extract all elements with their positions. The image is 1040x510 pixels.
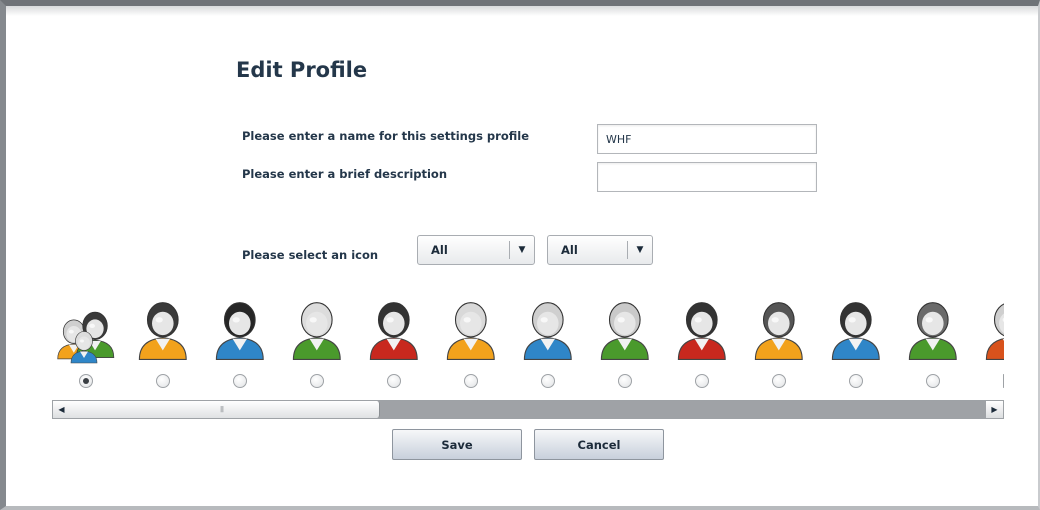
icon-category-dropdown[interactable]: All ▼: [417, 235, 535, 265]
profile-description-input[interactable]: [597, 162, 817, 192]
description-label: Please enter a brief description: [242, 167, 448, 181]
man-orange-beard-radio[interactable]: [772, 374, 786, 388]
name-label: Please enter a name for this settings pr…: [242, 129, 530, 143]
woman-orange-radio[interactable]: [156, 374, 170, 388]
profile-name-input[interactable]: [597, 124, 817, 154]
icon-category-value: All: [431, 243, 448, 257]
family-icon[interactable]: [54, 296, 118, 364]
woman-green-icon[interactable]: [285, 296, 349, 364]
man-green-icon[interactable]: [593, 296, 657, 364]
page-title: Edit Profile: [236, 58, 368, 82]
man-blue-radio[interactable]: [849, 374, 863, 388]
scroll-right-icon[interactable]: ▶: [986, 401, 1003, 418]
woman-blue-radio[interactable]: [233, 374, 247, 388]
woman-red-radio[interactable]: [387, 374, 401, 388]
man-green-dark-radio[interactable]: [926, 374, 940, 388]
save-button[interactable]: Save: [392, 429, 522, 460]
woman-green-radio[interactable]: [310, 374, 324, 388]
woman-red-icon[interactable]: [362, 296, 426, 364]
man-red-radio[interactable]: [695, 374, 709, 388]
icon-select-label: Please select an icon: [242, 248, 379, 262]
man-red-partial-icon[interactable]: [978, 296, 1004, 364]
man-orange-beard-icon[interactable]: [747, 296, 811, 364]
woman-orange-blonde-radio[interactable]: [464, 374, 478, 388]
man-red-icon[interactable]: [670, 296, 734, 364]
woman-orange-blonde-icon[interactable]: [439, 296, 503, 364]
woman-blue-grey-radio[interactable]: [541, 374, 555, 388]
man-red-partial-radio[interactable]: [1003, 374, 1004, 388]
man-blue-icon[interactable]: [824, 296, 888, 364]
icon-subcategory-dropdown[interactable]: All ▼: [547, 235, 653, 265]
icon-strip-scrollbar[interactable]: ◀ ||| ▶: [52, 400, 1004, 419]
chevron-down-icon: ▼: [636, 245, 644, 255]
cancel-button[interactable]: Cancel: [534, 429, 664, 460]
woman-blue-icon[interactable]: [208, 296, 272, 364]
chevron-down-icon: ▼: [518, 245, 526, 255]
man-green-dark-icon[interactable]: [901, 296, 965, 364]
man-green-radio[interactable]: [618, 374, 632, 388]
scroll-left-icon[interactable]: ◀: [53, 401, 70, 418]
family-radio[interactable]: [79, 374, 93, 388]
grip-icon: |||: [220, 406, 224, 413]
icon-subcategory-value: All: [561, 243, 578, 257]
woman-orange-icon[interactable]: [131, 296, 195, 364]
scrollbar-thumb[interactable]: |||: [70, 401, 380, 418]
woman-blue-grey-icon[interactable]: [516, 296, 580, 364]
